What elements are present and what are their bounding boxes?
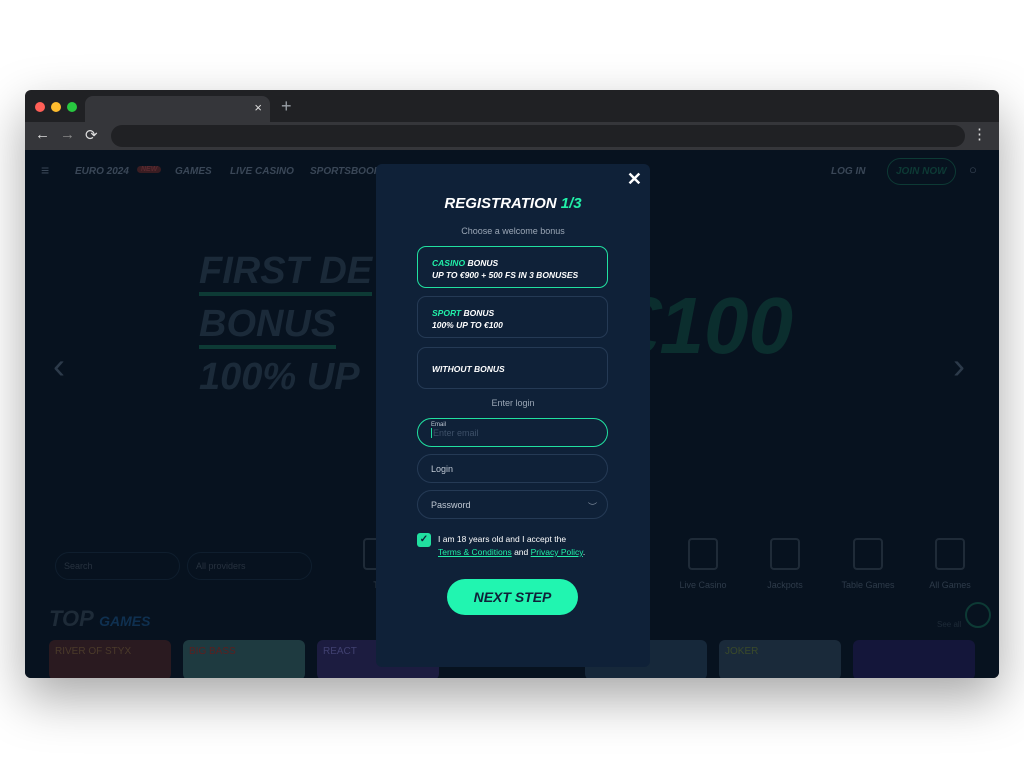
carousel-next-icon[interactable]: › [953,345,965,387]
minimize-window-button[interactable] [51,102,61,112]
game-thumb[interactable] [853,640,975,678]
email-field[interactable]: Email [417,418,608,447]
reload-icon[interactable]: ⟳ [85,126,98,144]
join-now-button[interactable]: JOIN NOW [887,158,956,185]
category-live-casino[interactable]: Live Casino [668,580,738,590]
table-games-icon [853,538,883,570]
nav-sportsbook[interactable]: SPORTSBOOK [310,166,381,177]
modal-title: REGISTRATION 1/3 [444,195,582,212]
see-all-link[interactable]: See all [937,620,961,629]
live-casino-icon [688,538,718,570]
nav-euro2024[interactable]: EURO 2024 [75,166,129,177]
top-games-heading: TOP GAMES [49,606,151,631]
browser-tab[interactable]: × [85,96,270,122]
choose-bonus-label: Choose a welcome bonus [461,226,565,236]
game-thumb[interactable]: BIG BASS [183,640,305,678]
search-icon[interactable]: ○ [969,162,977,177]
bonus-option-none[interactable]: WITHOUT BONUS [417,347,608,389]
privacy-link[interactable]: Privacy Policy [531,547,583,557]
all-games-icon [935,538,965,570]
consent-text: I am 18 years old and I accept the Terms … [438,534,586,557]
tab-bar: × + [25,90,999,122]
address-toolbar: ← → ⟳ ⋮ [25,122,999,150]
consent-checkbox[interactable]: ✓ [417,533,431,547]
game-search-input[interactable]: Search [55,552,180,580]
category-jackpots[interactable]: Jackpots [750,580,820,590]
hero-line2: BONUS [199,303,337,349]
nav-live-casino[interactable]: LIVE CASINO [230,166,294,177]
close-window-button[interactable] [35,102,45,112]
category-all-games[interactable]: All Games [915,580,985,590]
back-icon[interactable]: ← [35,126,50,143]
address-bar[interactable] [111,125,965,147]
page-content: ≡ EURO 2024 NEW GAMES LIVE CASINO SPORTS… [25,150,999,678]
terms-link[interactable]: Terms & Conditions [438,547,512,557]
hamburger-icon[interactable]: ≡ [41,162,49,178]
new-badge: NEW [137,166,162,173]
next-step-button[interactable]: NEXT STEP [447,579,578,615]
jackpots-icon [770,538,800,570]
close-tab-icon[interactable]: × [254,100,262,115]
enter-login-label: Enter login [491,398,535,408]
browser-window: × + ← → ⟳ ⋮ ≡ EURO 2024 NEW GAMES LIVE C… [25,90,999,678]
login-field[interactable]: Login [417,454,608,483]
hero-line3: 100% UP [199,356,360,398]
bonus-option-casino[interactable]: CASINO BONUS UP TO €900 + 500 FS IN 3 BON… [417,246,608,288]
nav-games[interactable]: GAMES [175,166,212,177]
chat-icon[interactable] [965,602,991,628]
login-link[interactable]: LOG IN [831,166,865,177]
close-icon[interactable]: ✕ [627,169,642,190]
forward-icon[interactable]: → [60,126,75,143]
hide-password-icon[interactable]: ︶ [588,500,597,513]
registration-modal: ✕ REGISTRATION 1/3 Choose a welcome bonu… [376,164,650,667]
password-field[interactable]: Password ︶ [417,490,608,519]
hero-line1: FIRST DE [199,250,373,296]
carousel-prev-icon[interactable]: ‹ [53,345,65,387]
game-thumb[interactable]: JOKER [719,640,841,678]
maximize-window-button[interactable] [67,102,77,112]
category-table-games[interactable]: Table Games [833,580,903,590]
providers-select[interactable]: All providers [187,552,312,580]
new-tab-button[interactable]: + [281,96,292,117]
bonus-option-sport[interactable]: SPORT BONUS 100% UP TO €100 [417,296,608,338]
browser-menu-icon[interactable]: ⋮ [972,125,987,143]
game-thumb[interactable]: RIVER OF STYX [49,640,171,678]
email-input[interactable] [431,428,581,438]
